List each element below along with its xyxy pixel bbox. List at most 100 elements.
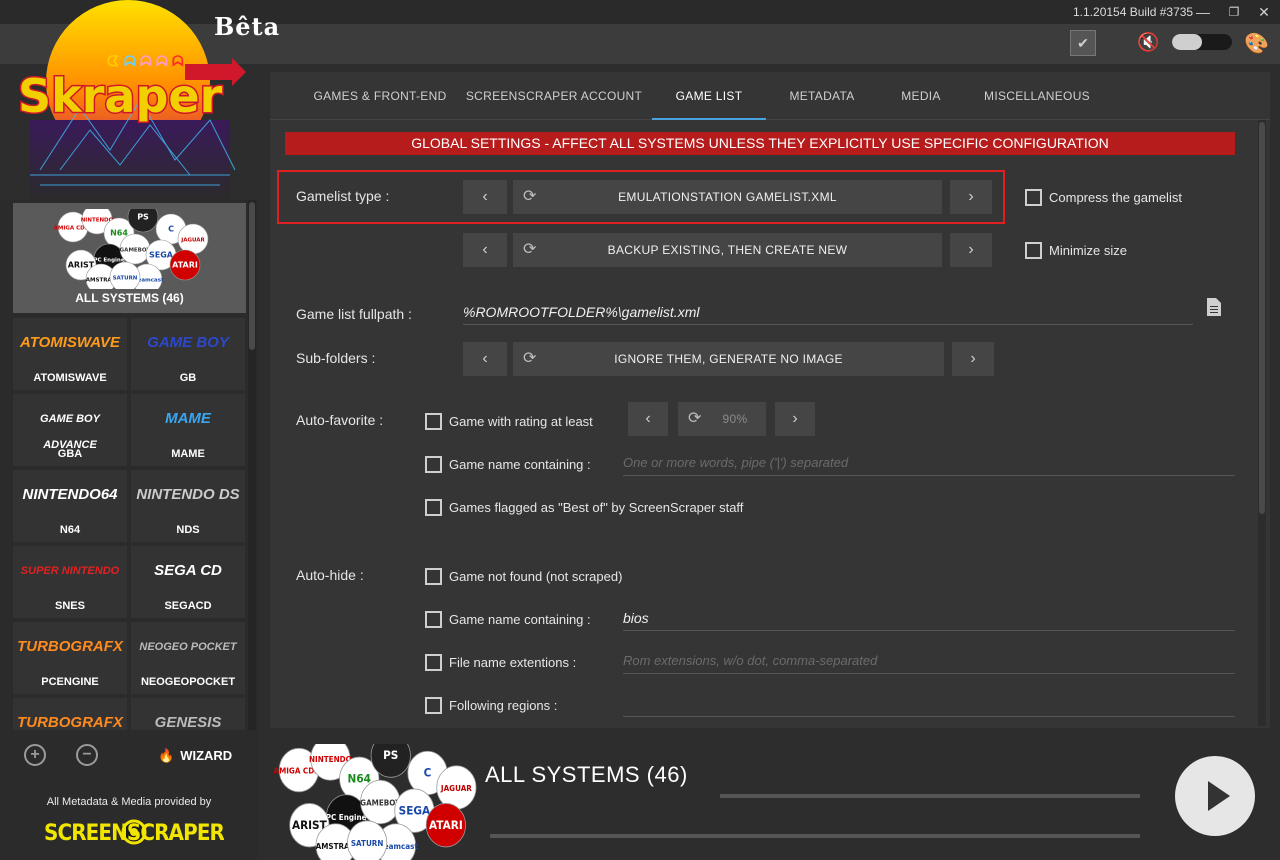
svg-text:ᗣ: ᗣ [140,54,152,70]
svg-text:N64: N64 [348,772,372,786]
cycle-icon: ⟳ [523,241,537,258]
favorite-name-checkbox[interactable] [425,456,442,473]
system-card[interactable]: NINTENDO DS NDS [131,470,245,542]
rating-prev-button[interactable]: ‹ [628,402,668,436]
svg-text:SEGA: SEGA [399,804,431,818]
wizard-button[interactable]: 🔥 WIZARD [158,748,232,764]
compress-gamelist-label: Compress the gamelist [1049,190,1182,205]
settings-panel: GAMES & FRONT-END SCREENSCRAPER ACCOUNT … [270,72,1270,728]
minimize-size-label: Minimize size [1049,243,1128,258]
not-found-checkbox[interactable] [425,568,442,585]
svg-text:ATARI: ATARI [429,818,463,832]
system-card[interactable]: GAME BOY GB [131,318,245,390]
gamelist-mode-prev-button[interactable]: ‹ [463,233,507,267]
screenscraper-logo: SCREENSCRAPER [44,816,226,848]
version-label: 1.1.20154 Build #3735 [1073,5,1194,19]
flame-icon: 🔥 [158,748,175,763]
subfolders-value: IGNORE THEM, GENERATE NO IMAGE [614,352,843,366]
system-name: GB [179,372,197,384]
gamelist-type-prev-button[interactable]: ‹ [463,180,507,214]
gamelist-mode-selector[interactable]: ⟳ BACKUP EXISTING, THEN CREATE NEW [513,233,942,267]
start-scrape-button[interactable] [1175,756,1255,836]
volume-slider[interactable] [1172,34,1232,50]
rating-checkbox[interactable] [425,413,442,430]
tab-games-front-end[interactable]: GAMES & FRONT-END [290,72,470,120]
gamelist-type-value: EMULATIONSTATION GAMELIST.XML [618,190,837,204]
tab-metadata[interactable]: METADATA [770,72,874,120]
subfolders-prev-button[interactable]: ‹ [463,342,507,376]
subfolders-next-button[interactable]: › [952,342,994,376]
regions-input[interactable] [623,693,1235,717]
add-system-button[interactable]: + [24,744,46,766]
system-card[interactable]: NINTENDO64 N64 [13,470,127,542]
hide-name-checkbox[interactable] [425,611,442,628]
tab-media[interactable]: MEDIA [876,72,966,120]
tab-miscellaneous[interactable]: MISCELLANEOUS [970,72,1104,120]
cycle-icon: ⟳ [688,410,702,427]
subfolders-selector[interactable]: ⟳ IGNORE THEM, GENERATE NO IMAGE [513,342,944,376]
skraper-logo: ᗧ ᗣ ᗣ ᗣ ᗣ Skraper [0,0,260,200]
regions-label: Following regions : [449,698,558,713]
system-logo: TURBOGRAFX [17,714,123,730]
system-card[interactable]: SEGA CD SEGACD [131,546,245,618]
system-name: ATOMISWAVE [33,372,107,384]
gamelist-type-selector[interactable]: ⟳ EMULATIONSTATION GAMELIST.XML [513,180,942,214]
svg-text:ᗣ: ᗣ [156,54,168,70]
restore-button[interactable]: ❐ [1220,0,1248,24]
tab-game-list[interactable]: GAME LIST [652,72,766,120]
volume-level [1172,34,1202,50]
svg-text:C: C [424,766,432,780]
extensions-checkbox[interactable] [425,654,442,671]
svg-text:PC Engine: PC Engine [326,813,367,822]
auto-hide-label: Auto-hide : [296,567,364,583]
gamelist-type-next-button[interactable]: › [950,180,992,214]
system-badge: GAMEBOY [360,779,401,825]
compress-gamelist-checkbox[interactable] [1025,189,1042,206]
gamelist-fullpath-input[interactable]: %ROMROOTFOLDER%\gamelist.xml [463,301,1193,325]
selected-system-title: ALL SYSTEMS (46) [485,762,688,787]
system-list: ATOMISWAVE ATOMISWAVE GAME BOY GB GAME BOY A… [0,200,248,730]
system-progress-bar [720,794,1140,798]
rating-value: 90% [722,412,748,426]
palette-icon[interactable]: 🎨 [1244,31,1269,56]
system-card[interactable]: GENESIS [131,698,245,730]
mute-icon[interactable]: 🔇 [1137,32,1159,53]
cycle-icon: ⟳ [523,350,537,367]
hide-name-input[interactable]: bios [623,607,1235,631]
gamelist-mode-value: BACKUP EXISTING, THEN CREATE NEW [607,243,848,257]
rating-next-button[interactable]: › [775,402,815,436]
system-card[interactable]: GAME BOY ADVANCE GBA [13,394,127,466]
sidebar-scrollbar[interactable] [248,200,256,730]
minimize-button[interactable]: — [1189,0,1217,24]
shield-icon[interactable]: ✔ [1070,30,1096,56]
system-name: MAME [171,448,205,460]
system-card[interactable]: SUPER NINTENDO SNES [13,546,127,618]
best-of-label: Games flagged as "Best of" by ScreenScra… [449,500,744,515]
system-card[interactable]: NEOGEO POCKET NEOGEOPOCKET [131,622,245,694]
settings-scrollbar[interactable] [1258,120,1266,726]
extensions-input[interactable]: Rom extensions, w/o dot, comma-separated [623,650,1235,674]
system-name: GBA [57,448,83,460]
favorite-name-input[interactable]: One or more words, pipe ('|') separated [623,452,1235,476]
settings-scroll-thumb[interactable] [1259,122,1265,514]
remove-system-button[interactable]: − [76,744,98,766]
system-card[interactable]: MAME MAME [131,394,245,466]
best-of-checkbox[interactable] [425,499,442,516]
provided-by-text: All Metadata & Media provided by [46,796,212,808]
system-badge: ATARI [425,803,466,848]
system-name: PCENGINE [41,676,99,688]
sidebar-scroll-thumb[interactable] [249,202,255,350]
minimize-size-checkbox[interactable] [1025,242,1042,259]
document-icon[interactable] [1207,298,1221,316]
system-logo: GAME BOY ADVANCE [40,413,100,451]
systems-sidebar: AMIGA CD32 NINTENDO N64 PS C JAGUAR PC Engine G… [0,200,258,860]
close-button[interactable]: ✕ [1250,0,1278,24]
rating-selector[interactable]: ⟳ 90% [678,402,766,436]
system-card[interactable]: TURBOGRAFX PCENGINE [13,622,127,694]
system-card[interactable]: ATOMISWAVE ATOMISWAVE [13,318,127,390]
gamelist-mode-next-button[interactable]: › [950,233,992,267]
regions-checkbox[interactable] [425,697,442,714]
system-card[interactable]: TURBOGRAFX [13,698,127,730]
tab-screenscraper-account[interactable]: SCREENSCRAPER ACCOUNT [458,72,650,120]
extensions-label: File name extentions : [449,655,577,670]
